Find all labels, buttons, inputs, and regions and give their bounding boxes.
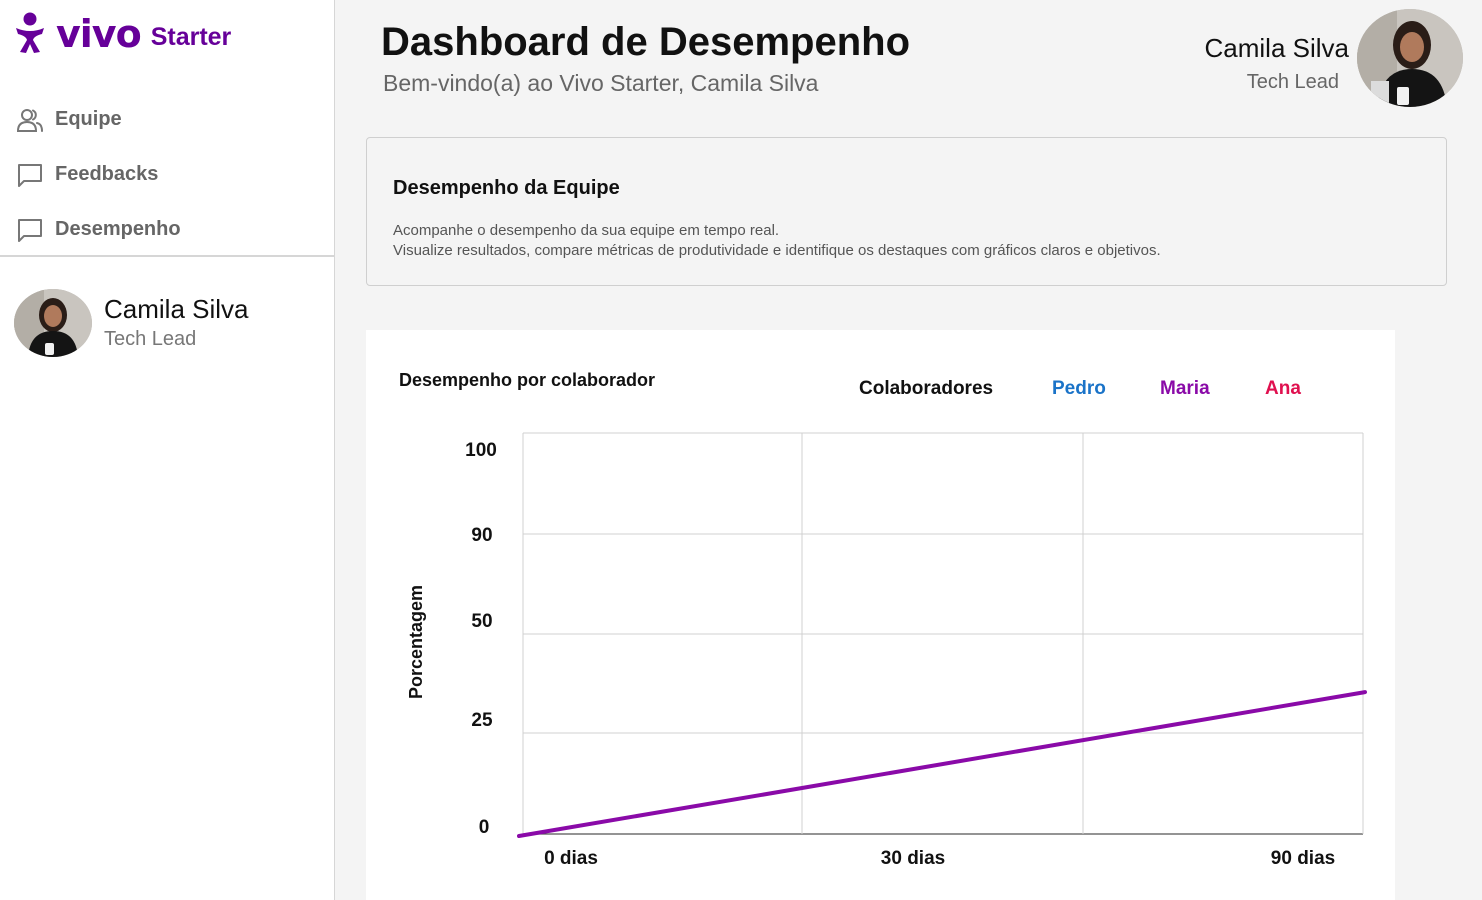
brand-product: Starter bbox=[150, 23, 232, 51]
y-tick-label: 0 bbox=[479, 817, 490, 838]
x-tick-label: 0 dias bbox=[544, 848, 598, 869]
y-tick-label: 100 bbox=[465, 440, 497, 461]
page-subtitle: Bem-vindo(a) ao Vivo Starter, Camila Sil… bbox=[383, 70, 819, 96]
sidebar-item-equipe[interactable]: Equipe bbox=[0, 92, 334, 147]
profile-role: Tech Lead bbox=[104, 328, 197, 350]
legend-item-pedro[interactable]: Pedro bbox=[1052, 378, 1106, 399]
chart-grid bbox=[522, 432, 1364, 835]
y-axis-label: Porcentagem bbox=[406, 585, 426, 699]
info-card: Desempenho da Equipe Acompanhe o desempe… bbox=[366, 137, 1447, 286]
series-line-maria bbox=[517, 690, 1367, 838]
profile-name: Camila Silva bbox=[104, 294, 249, 324]
sidebar-profile[interactable]: Camila Silva Tech Lead bbox=[14, 289, 249, 357]
chart-series bbox=[517, 690, 1367, 838]
x-tick-label: 90 dias bbox=[1271, 848, 1335, 869]
brand-logo[interactable]: vivo Starter bbox=[14, 10, 231, 54]
vivo-logo-icon bbox=[16, 12, 44, 53]
sidebar-item-label: Equipe bbox=[55, 108, 122, 130]
chat-icon bbox=[18, 218, 42, 242]
chart-legend: Pedro Maria Ana bbox=[1052, 378, 1301, 399]
users-icon bbox=[16, 108, 43, 132]
avatar[interactable] bbox=[1357, 9, 1463, 107]
chat-icon bbox=[18, 163, 42, 187]
legend-item-ana[interactable]: Ana bbox=[1265, 378, 1301, 399]
x-tick-label: 30 dias bbox=[881, 848, 945, 869]
sidebar-item-label: Desempenho bbox=[55, 218, 181, 240]
info-card-title: Desempenho da Equipe bbox=[393, 177, 620, 199]
brand-name: vivo bbox=[56, 12, 142, 56]
info-card-text: Acompanhe o desempenho da sua equipe em … bbox=[393, 222, 780, 239]
avatar bbox=[14, 289, 92, 357]
sidebar-item-desempenho[interactable]: Desempenho bbox=[0, 202, 334, 257]
info-card-text: Visualize resultados, compare métricas d… bbox=[393, 242, 1161, 259]
header-user-role: Tech Lead bbox=[1246, 71, 1339, 93]
sidebar-nav: Equipe Feedbacks Desempenho bbox=[0, 92, 334, 257]
sidebar-item-feedbacks[interactable]: Feedbacks bbox=[0, 147, 334, 202]
chart-panel: Desempenho por colaborador Colaboradores… bbox=[366, 330, 1395, 900]
y-tick-label: 25 bbox=[471, 710, 493, 731]
y-axis-ticks: 100 90 50 25 0 bbox=[465, 440, 497, 838]
header-user-name: Camila Silva bbox=[1204, 33, 1350, 63]
sidebar-divider bbox=[0, 255, 334, 257]
y-tick-label: 90 bbox=[471, 525, 492, 546]
sidebar-item-label: Feedbacks bbox=[55, 163, 159, 185]
legend-item-maria[interactable]: Maria bbox=[1160, 378, 1210, 399]
y-tick-label: 50 bbox=[471, 611, 492, 632]
sidebar: vivo Starter Equipe Feedbacks Desempenho bbox=[0, 0, 335, 900]
chart-title: Desempenho por colaborador bbox=[399, 370, 655, 390]
x-axis-ticks: 0 dias 30 dias 90 dias bbox=[544, 848, 1335, 869]
line-chart: Desempenho por colaborador Colaboradores… bbox=[399, 370, 1367, 869]
page-title: Dashboard de Desempenho bbox=[381, 20, 911, 64]
legend-title: Colaboradores bbox=[859, 378, 993, 399]
